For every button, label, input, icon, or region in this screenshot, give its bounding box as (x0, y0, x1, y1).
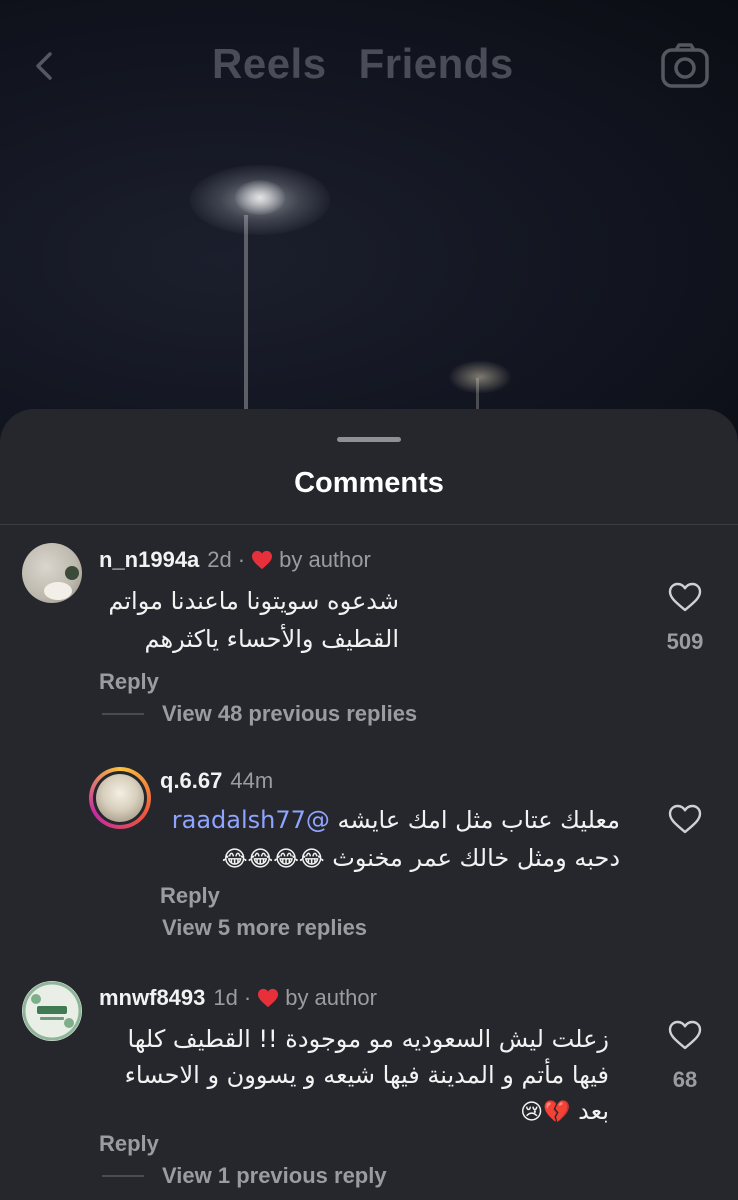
like-heart-icon[interactable] (668, 582, 702, 612)
author-heart-icon (258, 988, 279, 1008)
separator-dot: · (243, 985, 252, 1010)
view-replies-line (102, 927, 144, 929)
comment-text: زعلت ليش السعوديه مو موجودة !! القطيف كل… (99, 1021, 609, 1131)
tab-reels[interactable]: Reels (212, 40, 327, 88)
comment-username[interactable]: n_n1994a (99, 547, 199, 573)
sheet-divider (0, 524, 738, 525)
mention-link[interactable]: @raadalsh77 (172, 806, 330, 834)
laughing-emoji: 😂😂😂😂 (221, 847, 325, 872)
tab-friends[interactable]: Friends (359, 40, 514, 88)
view-replies-button[interactable]: View 5 more replies (102, 915, 367, 941)
comment-meta: q.6.67 44m (160, 768, 273, 794)
by-author-label: by author (285, 985, 377, 1010)
street-light-glow (448, 360, 512, 394)
comment-text-line: شدعوه سويتونا ماعندنا مواتم (108, 587, 399, 615)
avatar[interactable] (22, 981, 82, 1041)
comment-text-fragment: بعد (578, 1097, 609, 1125)
comment-text-line: فيها مأتم و المدينة فيها شيعه و يسوون و … (124, 1061, 609, 1089)
comments-sheet: Comments n_n1994a 2d · by author شدعوه س… (0, 409, 738, 1200)
comment-text-fragment: معليك عتاب مثل امك عايشه (337, 806, 620, 834)
reels-tabs: Reels Friends (212, 40, 514, 88)
like-heart-icon[interactable] (668, 1020, 702, 1050)
comment-text: معليك عتاب مثل امك عايشه @raadalsh77 دحب… (160, 801, 620, 879)
view-replies-label: View 5 more replies (162, 915, 368, 940)
avatar-photo (96, 774, 144, 822)
comment-time: 44m (230, 768, 274, 793)
reply-button[interactable]: Reply (99, 669, 159, 695)
comment-time: 1d (213, 985, 238, 1010)
comment-time: 2d (207, 547, 232, 572)
reply-button[interactable]: Reply (99, 1131, 159, 1157)
back-chevron-icon[interactable] (26, 46, 66, 86)
like-count: 68 (672, 1067, 698, 1092)
comment-text-line: معليك عتاب مثل امك عايشه @raadalsh77 (160, 801, 620, 839)
top-bar: Reels Friends (0, 0, 738, 135)
view-replies-line (102, 1175, 144, 1177)
view-replies-button[interactable]: View 1 previous reply (102, 1163, 387, 1189)
author-heart-icon (252, 550, 273, 570)
view-replies-button[interactable]: View 48 previous replies (102, 701, 417, 727)
view-replies-label: View 48 previous replies (162, 701, 418, 726)
comment-username[interactable]: mnwf8493 (99, 985, 205, 1011)
by-author-label: by author (279, 547, 371, 572)
comment-meta: mnwf8493 1d · by author (99, 985, 377, 1011)
separator-dot: · (237, 547, 246, 572)
comment-text-line: زعلت ليش السعوديه مو موجودة !! القطيف كل… (127, 1025, 609, 1053)
heartbreak-emoji: 💔😢 (520, 1100, 571, 1125)
sheet-title: Comments (294, 467, 444, 499)
comment-text-line: بعد 💔😢 (487, 1093, 609, 1131)
view-replies-line (102, 713, 144, 715)
view-replies-label: View 1 previous reply (162, 1163, 387, 1188)
sheet-drag-handle[interactable] (337, 437, 401, 442)
comment-text-fragment: دحبه ومثل خالك عمر مخنوث (332, 844, 620, 872)
comment-text: شدعوه سويتونا ماعندنا مواتم القطيف والأح… (99, 582, 399, 658)
reply-button[interactable]: Reply (160, 883, 220, 909)
comment-text-line: القطيف والأحساء ياكثرهم (144, 625, 399, 653)
like-count: 509 (666, 629, 704, 654)
street-light-glow (235, 180, 285, 215)
avatar[interactable] (89, 767, 151, 829)
comment-text-line: دحبه ومثل خالك عمر مخنوث 😂😂😂😂 (160, 839, 620, 879)
like-heart-icon[interactable] (668, 804, 702, 834)
avatar[interactable] (22, 543, 82, 603)
comment-username[interactable]: q.6.67 (160, 768, 222, 794)
camera-icon[interactable] (660, 42, 710, 90)
comment-meta: n_n1994a 2d · by author (99, 547, 371, 573)
